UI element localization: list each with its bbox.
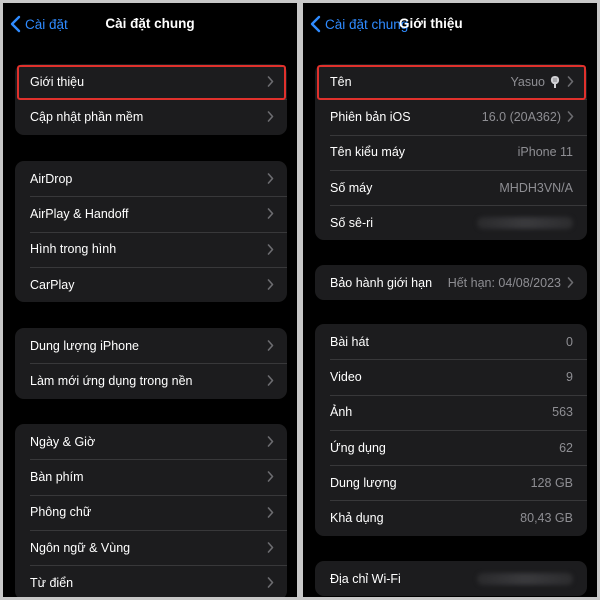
info-row-model-name: Tên kiểu máy iPhone 11 [315,134,587,170]
info-row-label: Dung lượng [330,475,397,490]
info-row-value: 16.0 (20A362) [481,109,561,124]
settings-group: Dung lượng iPhone Làm mới ứng dụng trong… [15,328,287,399]
info-row-label: Bài hát [330,334,369,349]
chevron-right-icon [267,436,274,447]
settings-item-label: AirPlay & Handoff [30,206,129,221]
settings-item-label: Hình trong hình [30,242,117,257]
info-row-value: 9 [566,369,573,384]
info-row-capacity: Dung lượng 128 GB [315,465,587,500]
info-row-label: Ảnh [330,405,353,420]
info-row-value: iPhone 11 [517,145,573,160]
info-row-value: Hết hạn: 04/08/2023 [447,275,561,290]
page-title: Giới thiệu [399,16,463,31]
info-row-value: Yasuo [510,74,545,89]
info-row-value: 128 GB [530,475,573,490]
settings-item-label: Dung lượng iPhone [30,338,139,353]
settings-item-label: Làm mới ứng dụng trong nền [30,373,193,388]
chevron-right-icon [567,111,574,123]
info-row-label: Phiên bản iOS [330,109,411,124]
settings-item-carplay[interactable]: CarPlay [15,266,287,302]
redacted-value [477,572,573,585]
chevron-right-icon [267,577,274,589]
chevron-right-icon [267,279,274,290]
settings-item-label: CarPlay [30,277,75,292]
settings-item-software-update[interactable]: Cập nhật phần mềm [15,99,287,134]
info-row-available: Khả dụng 80,43 GB [315,500,587,535]
settings-item-fonts[interactable]: Phông chữ [15,494,287,530]
back-label: Cài đặt chung [325,16,409,32]
settings-group: AirDrop AirPlay & Handoff Hình trong hìn… [15,161,287,303]
info-row-label: Video [330,369,362,384]
settings-item-label: Phông chữ [30,505,92,520]
settings-item-about[interactable]: Giới thiệu [15,64,287,99]
info-row-label: Bảo hành giới hạn [330,275,433,290]
info-row-label: Tên kiểu máy [330,145,406,160]
settings-item-picture-in-picture[interactable]: Hình trong hình [15,231,287,267]
info-row-label: Số sê-ri [330,215,374,230]
chevron-right-icon [267,340,274,351]
info-row-wifi-address: Địa chỉ Wi-Fi [315,561,587,596]
info-row-ios-version[interactable]: Phiên bản iOS 16.0 (20A362) [315,99,587,134]
chevron-right-icon [267,173,274,184]
about-screen: Cài đặt chung Giới thiệu Tên Yasuo Phiên… [303,3,597,597]
info-row-limited-warranty[interactable]: Bảo hành giới hạn Hết hạn: 04/08/2023 [315,265,587,300]
settings-item-airdrop[interactable]: AirDrop [15,161,287,196]
navigation-bar: Cài đặt chung Giới thiệu [303,3,597,47]
navigation-bar: Cài đặt Cài đặt chung [3,3,297,47]
info-row-label: Tên [330,74,352,89]
settings-item-label: Cập nhật phần mềm [30,109,144,124]
info-row-serial-number: Số sê-ri [315,205,587,240]
chevron-right-icon [567,76,574,87]
settings-item-airplay-handoff[interactable]: AirPlay & Handoff [15,196,287,231]
info-row-label: Khả dụng [330,511,384,526]
info-row-label: Địa chỉ Wi-Fi [330,571,401,586]
settings-item-language-region[interactable]: Ngôn ngữ & Vùng [15,529,287,565]
settings-item-label: Từ điển [30,575,74,590]
chevron-right-icon [267,542,274,553]
yasuo-avatar-icon [550,75,560,88]
settings-item-dictionary[interactable]: Từ điển [15,565,287,597]
settings-item-label: Ngôn ngữ & Vùng [30,540,131,555]
settings-item-date-time[interactable]: Ngày & Giờ [15,424,287,459]
settings-item-label: Ngày & Giờ [30,434,96,449]
info-row-photos: Ảnh 563 [315,394,587,430]
chevron-right-icon [267,506,274,518]
info-row-value: 563 [552,405,573,420]
info-row-value: 62 [559,440,573,455]
info-row-value: MHDH3VN/A [499,180,573,195]
info-group-content: Bài hát 0 Video 9 Ảnh 563 Ứng dụng 62 Du… [315,324,587,536]
info-row-songs: Bài hát 0 [315,324,587,359]
settings-item-background-app-refresh[interactable]: Làm mới ứng dụng trong nền [15,363,287,398]
info-row-label: Ứng dụng [330,440,386,455]
chevron-left-icon [310,15,321,33]
settings-group: Giới thiệu Cập nhật phần mềm [15,64,287,135]
general-settings-screen: Cài đặt Cài đặt chung Giới thiệu Cập nhậ… [3,3,297,597]
chevron-right-icon [267,208,274,220]
info-row-label: Số máy [330,180,373,195]
settings-item-label: AirDrop [30,171,73,186]
info-row-name[interactable]: Tên Yasuo [315,64,587,99]
settings-item-iphone-storage[interactable]: Dung lượng iPhone [15,328,287,363]
chevron-right-icon [567,277,574,288]
info-row-model-number: Số máy MHDH3VN/A [315,169,587,205]
info-row-applications: Ứng dụng 62 [315,429,587,465]
settings-item-label: Giới thiệu [30,74,85,89]
info-group-network: Địa chỉ Wi-Fi [315,561,587,597]
chevron-right-icon [267,76,274,87]
info-group-device: Tên Yasuo Phiên bản iOS 16.0 (20A362) Tê… [315,64,587,241]
info-row-videos: Video 9 [315,359,587,394]
info-group-warranty: Bảo hành giới hạn Hết hạn: 04/08/2023 [315,265,587,301]
settings-item-label: Bàn phím [30,469,84,484]
page-title: Cài đặt chung [105,16,195,31]
back-button[interactable]: Cài đặt chung [309,13,408,35]
chevron-right-icon [267,243,274,255]
chevron-right-icon [267,471,274,483]
settings-item-keyboard[interactable]: Bàn phím [15,459,287,494]
info-row-value: 80,43 GB [520,511,573,526]
chevron-right-icon [267,375,274,387]
settings-group: Ngày & Giờ Bàn phím Phông chữ Ngôn ngữ &… [15,424,287,597]
chevron-right-icon [267,111,274,123]
redacted-value [477,216,573,229]
info-row-value: 0 [566,334,573,349]
